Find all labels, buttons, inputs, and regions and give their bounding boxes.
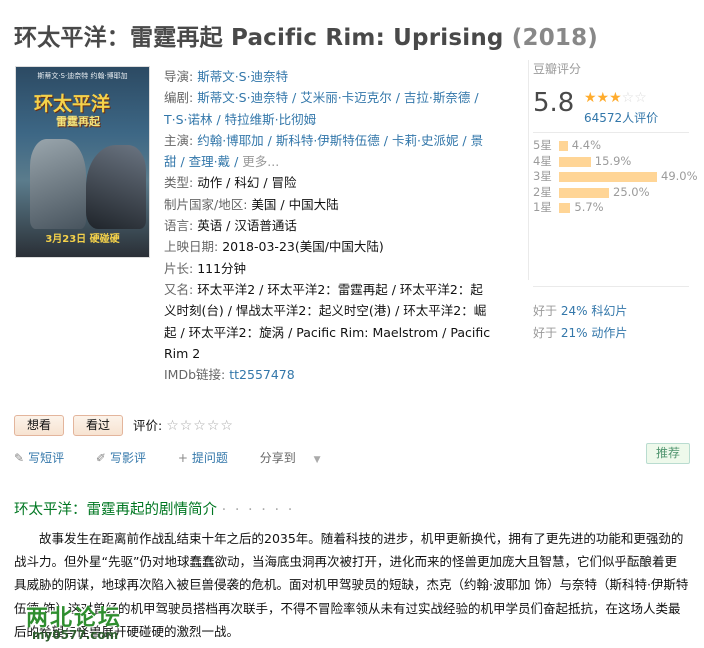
rating-row-bar [559, 203, 571, 213]
rating-row-label: 5星 [533, 138, 552, 152]
rating-row: 4星 15.9% [533, 154, 689, 170]
poster-top-text: 斯蒂文·S·迪奈特 约翰·博耶加 [37, 72, 128, 80]
movie-year: (2018) [511, 25, 599, 51]
rating-row-bar [559, 156, 591, 167]
rating-header: 豆瓣评分 [533, 62, 582, 76]
poster-mech-shape [30, 139, 86, 229]
rating-row-bar [559, 187, 609, 198]
pencil-icon: ✐ [95, 451, 106, 465]
rating-row-percent: 5.7% [574, 200, 604, 214]
poster-subtitle: 雷霆再起 [56, 115, 100, 128]
rating-row-label: 4星 [533, 153, 552, 168]
divider [533, 132, 689, 133]
plus-icon: + [177, 451, 188, 465]
share-dropdown[interactable]: 分享到 ▼ [260, 451, 335, 465]
user-rating: 评价: ☆☆☆☆☆ [133, 418, 234, 434]
better-than-scifi: 好于 24% 科幻片 [533, 304, 628, 318]
seen-button[interactable]: 看过 [73, 415, 123, 436]
info-language: 语言: 英语 / 汉语普通话 [164, 218, 297, 234]
info-aka: 又名: 环太平洋2 / 环太平洋2：雷霆再起 / 环太平洋2：起 [164, 281, 483, 297]
rating-row-label: 2星 [533, 184, 552, 199]
recommend-button[interactable]: 推荐 [646, 443, 690, 464]
poster-kaiju-shape [86, 145, 146, 229]
comment-icon: ✎ [14, 451, 25, 465]
rating-row-percent: 49.0% [661, 169, 698, 183]
rating-panel: 豆瓣评分 5.8 ★★★☆☆ 64572人评价 5星 4.4% 4星 15.9% 3星 4… [528, 60, 698, 340]
writer-links-cont[interactable]: T·S·诺林 / 特拉维斯·比彻姆 [164, 112, 316, 127]
rating-input-stars-icon[interactable]: ☆☆☆☆☆ [166, 418, 234, 434]
write-short-review-link[interactable]: ✎ 写短评 [14, 451, 78, 465]
rating-row: 3星 49.0% [533, 169, 698, 185]
rating-row-bar [559, 172, 657, 182]
rating-row: 5星 4.4% [533, 138, 689, 154]
rating-distribution: 5星 4.4% 4星 15.9% 3星 49.0% 2星 25.0% 1星 5.7% [533, 138, 698, 216]
director-link[interactable]: 斯蒂文·S·迪奈特 [197, 69, 288, 84]
rating-row-label: 3星 [533, 169, 552, 183]
cast-links-cont[interactable]: 甜 / 查理·戴 / [164, 154, 242, 169]
rating-row: 1星 5.7% [533, 200, 689, 216]
movie-poster[interactable]: 斯蒂文·S·迪奈特 约翰·博耶加 环太平洋 雷霆再起 3月23日 硬碰硬 [15, 66, 150, 258]
rating-row-percent: 4.4% [571, 138, 602, 152]
info-writer: 编剧: 斯蒂文·S·迪奈特 / 艾米丽·卡迈克尔 / 吉拉·斯奈德 / [164, 90, 479, 106]
imdb-link[interactable]: tt2557478 [229, 367, 294, 382]
movie-info: 导演: 斯蒂文·S·迪奈特 编剧: 斯蒂文·S·迪奈特 / 艾米丽·卡迈克尔 /… [164, 66, 499, 385]
better-than: 好于 24% 科幻片 好于 21% 动作片 [533, 300, 627, 344]
action-links: ✎ 写短评 ✐ 写影评 + 提问题 分享到 ▼ [14, 448, 348, 470]
info-cast: 主演: 约翰·博耶加 / 斯科特·伊斯特伍德 / 卡莉·史派妮 / 景 [164, 132, 484, 148]
ask-question-link[interactable]: + 提问题 [178, 451, 242, 465]
rating-row-percent: 25.0% [613, 184, 650, 199]
info-country: 制片国家/地区: 美国 / 中国大陆 [164, 196, 339, 212]
chevron-down-icon: ▼ [313, 455, 321, 465]
rating-row-bar [559, 141, 568, 151]
poster-title: 环太平洋 [34, 93, 111, 115]
poster-date: 3月23日 硬碰硬 [45, 234, 120, 245]
cast-more-link[interactable]: 更多... [242, 154, 279, 169]
rating-count-link[interactable]: 64572人评价 [584, 109, 658, 126]
summary-heading: 环太平洋：雷霆再起的剧情简介 · · · · · · [14, 502, 295, 518]
info-release: 上映日期: 2018-03-23(美国/中国大陆) [164, 239, 384, 255]
rating-row-percent: 15.9% [594, 153, 632, 168]
info-genre: 类型: 动作 / 科幻 / 冒险 [164, 175, 297, 191]
info-imdb: IMDb链接: tt2557478 [164, 367, 295, 383]
better-than-action: 好于 21% 动作片 [533, 326, 628, 340]
info-runtime: 片长: 111分钟 [164, 260, 247, 276]
rating-stars-icon: ★★★☆☆ [584, 90, 647, 106]
want-to-see-button[interactable]: 想看 [14, 415, 64, 436]
page-title: 环太平洋：雷霆再起 Pacific Rim: Uprising (2018) [14, 25, 599, 51]
rating-row-label: 1星 [533, 200, 552, 214]
rating-score: 5.8 [533, 88, 575, 118]
divider [533, 286, 689, 287]
watermark-url: my0577.com [32, 628, 119, 642]
write-review-link[interactable]: ✐ 写影评 [96, 451, 160, 465]
info-director: 导演: 斯蒂文·S·迪奈特 [164, 69, 289, 84]
cast-links[interactable]: 约翰·博耶加 / 斯科特·伊斯特伍德 / 卡莉·史派妮 / 景 [197, 133, 483, 148]
rating-row: 2星 25.0% [533, 185, 689, 201]
writer-links[interactable]: 斯蒂文·S·迪奈特 / 艾米丽·卡迈克尔 / 吉拉·斯奈德 / [197, 90, 478, 105]
